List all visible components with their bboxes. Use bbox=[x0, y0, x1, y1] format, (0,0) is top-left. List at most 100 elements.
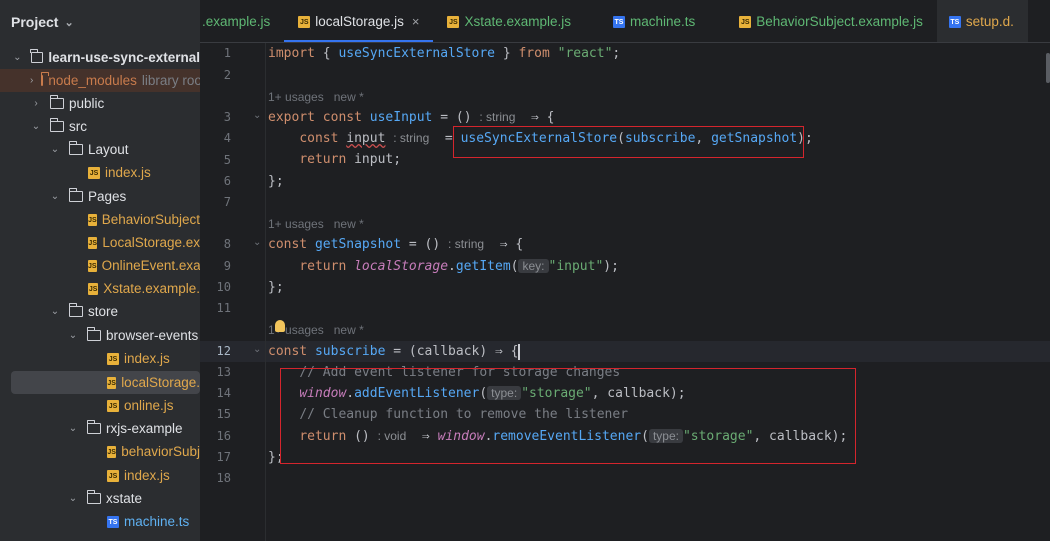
tab-setup[interactable]: TS setup.d. bbox=[936, 0, 1028, 42]
expand-arrow-icon[interactable]: ⌄ bbox=[67, 423, 79, 434]
ts-file-icon: TS bbox=[613, 15, 625, 28]
lightbulb-icon[interactable] bbox=[275, 320, 285, 332]
tree-item-src[interactable]: ⌄ src bbox=[0, 115, 200, 138]
text-caret bbox=[518, 343, 521, 360]
usages-label: 1+ usages bbox=[268, 90, 324, 104]
tree-item-label: node_modules bbox=[48, 73, 137, 88]
project-header[interactable]: Project ⌄ bbox=[0, 0, 200, 44]
punct: = () bbox=[401, 237, 449, 252]
tree-item-label: LocalStorage.ex bbox=[102, 235, 200, 250]
type-inlay: : string bbox=[448, 237, 485, 251]
punct: }; bbox=[268, 174, 284, 189]
punct: = () bbox=[432, 110, 480, 125]
collapse-arrow-icon[interactable]: › bbox=[30, 75, 33, 86]
tree-item-layout-index[interactable]: JS index.js bbox=[0, 161, 200, 184]
expand-arrow-icon[interactable]: ⌄ bbox=[67, 330, 79, 341]
tree-item-layout[interactable]: ⌄ Layout bbox=[0, 138, 200, 161]
punct: ⇒ { bbox=[484, 237, 524, 252]
keyword: export bbox=[268, 110, 315, 125]
folder-icon bbox=[86, 490, 101, 504]
tree-item-browser-index[interactable]: JS index.js bbox=[0, 347, 200, 370]
tree-item-xstate-example[interactable]: JS Xstate.example. bbox=[0, 277, 200, 300]
tree-item-pages[interactable]: ⌄ Pages bbox=[0, 185, 200, 208]
tree-item-label: Pages bbox=[88, 189, 127, 204]
tree-item-behaviorsubj[interactable]: JS behaviorSubj bbox=[0, 440, 200, 463]
fold-arrow-icon[interactable]: ⌄ bbox=[253, 237, 261, 248]
identifier: localStorage bbox=[354, 259, 449, 274]
tree-item-xstate[interactable]: ⌄ xstate bbox=[0, 487, 200, 510]
code-line-3: export const useInput = () : string ⇒ { bbox=[268, 107, 555, 128]
expand-arrow-icon[interactable]: ⌄ bbox=[49, 306, 61, 317]
folder-icon bbox=[68, 303, 83, 317]
tab-behaviorsubject-example[interactable]: JS BehaviorSubject.example.js bbox=[709, 0, 937, 42]
folder-icon bbox=[49, 118, 64, 132]
punct: ); bbox=[603, 259, 619, 274]
tree-item-label: OnlineEvent.exa bbox=[101, 258, 200, 273]
expand-arrow-icon[interactable]: ⌄ bbox=[67, 493, 79, 504]
tab-localstorage[interactable]: JS localStorage.js × bbox=[284, 0, 434, 42]
usage-hint[interactable]: 1+ usages new * bbox=[268, 214, 364, 234]
tab-xstate-example[interactable]: JS Xstate.example.js bbox=[433, 0, 585, 42]
line-number: 2 bbox=[223, 68, 231, 82]
chevron-down-icon[interactable]: ⌄ bbox=[64, 16, 73, 29]
new-label: new * bbox=[333, 217, 364, 231]
highlight-box bbox=[280, 368, 856, 464]
keyword: return bbox=[299, 152, 347, 167]
tree-item-label: public bbox=[69, 96, 105, 111]
tree-item-rxjs-index[interactable]: JS index.js bbox=[0, 464, 200, 487]
folder-icon bbox=[68, 141, 83, 155]
tree-item-browser-events[interactable]: ⌄ browser-events bbox=[0, 324, 200, 347]
code-editor[interactable]: 1 2 3 4 5 6 7 8 9 10 11 12 13 14 15 16 1… bbox=[200, 43, 1050, 541]
tree-item-label: learn-use-sync-external bbox=[48, 50, 200, 65]
tree-item-rxjs-example[interactable]: ⌄ rxjs-example bbox=[0, 417, 200, 440]
project-title: Project bbox=[11, 14, 59, 30]
tree-item-label: localStorage. bbox=[121, 375, 200, 390]
tree-item-root[interactable]: ⌄ learn-use-sync-external bbox=[0, 46, 200, 69]
tree-item-label: rxjs-example bbox=[106, 421, 183, 436]
scrollbar-thumb[interactable] bbox=[1046, 53, 1050, 83]
usage-hint[interactable]: 1+ usages new * bbox=[268, 87, 364, 107]
tree-item-label: online.js bbox=[124, 398, 174, 413]
ts-file-icon: TS bbox=[948, 15, 961, 28]
keyword: import bbox=[268, 46, 315, 61]
project-sidebar: Project ⌄ ⌄ learn-use-sync-external › no… bbox=[0, 0, 200, 541]
tree-item-onlineevent[interactable]: JS OnlineEvent.exa bbox=[0, 254, 200, 277]
tab-label: setup.d. bbox=[965, 14, 1014, 29]
fold-arrow-icon[interactable]: ⌄ bbox=[253, 344, 261, 355]
expand-arrow-icon[interactable]: ⌄ bbox=[49, 191, 61, 202]
code-line-9: return localStorage.getItem(key: "input")… bbox=[299, 259, 619, 274]
ts-file-icon: TS bbox=[107, 515, 119, 528]
expand-arrow-icon[interactable]: ⌄ bbox=[12, 52, 23, 63]
tree-item-node-modules[interactable]: › node_modules library root bbox=[0, 69, 200, 92]
tree-item-localstorage-example[interactable]: JS LocalStorage.ex bbox=[0, 231, 200, 254]
string: "react" bbox=[557, 46, 613, 61]
keyword: const bbox=[299, 131, 339, 146]
code-text: = (callback) ⇒ { bbox=[385, 344, 519, 359]
tree-item-localstorage[interactable]: JS localStorage. bbox=[11, 371, 200, 394]
identifier: subscribe bbox=[314, 344, 386, 359]
close-icon[interactable]: × bbox=[412, 14, 420, 29]
tree-item-store[interactable]: ⌄ store bbox=[0, 300, 200, 323]
tree-item-machine[interactable]: TS machine.ts bbox=[0, 510, 200, 533]
collapse-arrow-icon[interactable]: › bbox=[30, 98, 42, 109]
tab-label: Xstate.example.js bbox=[464, 14, 571, 29]
fold-arrow-icon[interactable]: ⌄ bbox=[253, 110, 261, 121]
new-label: new * bbox=[333, 323, 364, 337]
tab-machine[interactable]: TS machine.ts bbox=[585, 0, 709, 42]
tree-item-label: xstate bbox=[106, 491, 143, 506]
type-inlay: : string bbox=[393, 131, 430, 145]
tab-label: localStorage.js bbox=[315, 14, 404, 29]
tree-item-behaviorsubject[interactable]: JS BehaviorSubject bbox=[0, 208, 200, 231]
tree-item-online[interactable]: JS online.js bbox=[0, 394, 200, 417]
js-file-icon: JS bbox=[298, 15, 311, 28]
tree-item-public[interactable]: › public bbox=[0, 92, 200, 115]
code-line-12: const subscribe = (callback) ⇒ { bbox=[268, 341, 521, 362]
library-root-label: library root bbox=[141, 73, 200, 88]
tree-item-label: BehaviorSubject bbox=[101, 212, 200, 227]
tab-example[interactable]: .example.js bbox=[200, 0, 284, 42]
expand-arrow-icon[interactable]: ⌄ bbox=[49, 144, 61, 155]
new-label: new * bbox=[333, 90, 364, 104]
expand-arrow-icon[interactable]: ⌄ bbox=[30, 121, 42, 132]
tree-item-label: behaviorSubj bbox=[121, 444, 200, 459]
line-number: 13 bbox=[216, 365, 231, 379]
